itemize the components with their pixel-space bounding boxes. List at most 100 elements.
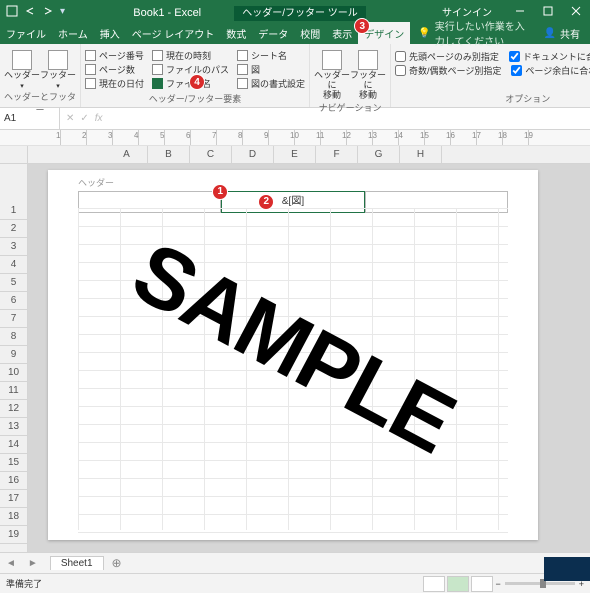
goto-header-button[interactable]: ヘッダーに移動 <box>314 46 350 101</box>
col-D[interactable]: D <box>232 146 274 163</box>
view-page-layout-button[interactable] <box>447 576 469 592</box>
group-label-options: オプション <box>395 92 590 107</box>
column-headers: A B C D E F G H <box>0 146 590 164</box>
view-normal-button[interactable] <box>423 576 445 592</box>
first-page-diff-checkbox[interactable]: 先頭ページのみ別指定 <box>395 50 499 63</box>
current-time-button[interactable]: 現在の時刻 <box>152 48 229 62</box>
row-18[interactable]: 18 <box>0 508 27 526</box>
sheet-name-label: シート名 <box>251 49 287 62</box>
save-icon[interactable] <box>6 5 18 17</box>
sheet-icon <box>237 50 248 61</box>
sheet-nav-prev[interactable]: ◄ <box>0 558 22 569</box>
ribbon: ヘッダー▾ フッター▾ ヘッダーとフッター ページ番号 ページ数 現在の日付 現… <box>0 44 590 108</box>
row-19[interactable]: 19 <box>0 526 27 544</box>
row-4[interactable]: 4 <box>0 256 27 274</box>
callout-4: 4 <box>189 74 205 90</box>
cancel-formula-icon[interactable]: ✕ <box>66 113 74 124</box>
undo-icon[interactable] <box>24 5 36 17</box>
group-elements: ページ番号 ページ数 現在の日付 現在の時刻 ファイルのパス ファイル名 シート… <box>81 44 310 107</box>
page-number-label: ページ番号 <box>99 49 144 62</box>
picture-button[interactable]: 図 <box>237 62 305 76</box>
col-B[interactable]: B <box>148 146 190 163</box>
group-header-footer: ヘッダー▾ フッター▾ ヘッダーとフッター <box>0 44 81 107</box>
pages-button[interactable]: ページ数 <box>85 62 144 76</box>
page-number-button[interactable]: ページ番号 <box>85 48 144 62</box>
share-button[interactable]: 👤 共有 <box>534 26 590 41</box>
align-margins-checkbox[interactable]: ページ余白に合わせて配置 <box>511 64 590 77</box>
date-icon <box>85 78 96 89</box>
row-14[interactable]: 14 <box>0 436 27 454</box>
row-17[interactable]: 17 <box>0 490 27 508</box>
col-A[interactable]: A <box>106 146 148 163</box>
goto-header-icon <box>322 50 342 70</box>
sheet-nav-next[interactable]: ► <box>22 558 44 569</box>
row-2[interactable]: 2 <box>0 220 27 238</box>
row-15[interactable]: 15 <box>0 454 27 472</box>
row-6[interactable]: 6 <box>0 292 27 310</box>
header-button[interactable]: ヘッダー▾ <box>4 46 40 90</box>
page-preview: ヘッダー 1 2 &[図] SAMPLE <box>48 170 538 540</box>
scale-with-doc-checkbox[interactable]: ドキュメントに合わせて拡大/縮小 <box>509 50 590 63</box>
current-date-button[interactable]: 現在の日付 <box>85 76 144 90</box>
row-3[interactable]: 3 <box>0 238 27 256</box>
select-all-corner[interactable] <box>0 146 28 163</box>
zoom-slider[interactable] <box>505 582 575 585</box>
odd-even-diff-checkbox[interactable]: 奇数/偶数ページ別指定 <box>395 64 501 77</box>
sheet-name-button[interactable]: シート名 <box>237 48 305 62</box>
tab-file[interactable]: ファイル <box>0 22 52 44</box>
sheet-tab-sheet1[interactable]: Sheet1 <box>50 556 104 570</box>
callout-1: 1 <box>212 184 228 200</box>
qat-customize-icon[interactable]: ▾ <box>60 6 65 17</box>
status-bar: 準備完了 − + <box>0 573 590 593</box>
tab-data[interactable]: データ <box>252 22 294 44</box>
header-center-value: &[図] <box>282 196 304 207</box>
tab-review[interactable]: 校閲 <box>294 22 326 44</box>
tab-design[interactable]: 3 デザイン <box>358 22 410 44</box>
row-12[interactable]: 12 <box>0 400 27 418</box>
footer-button[interactable]: フッター▾ <box>40 46 76 90</box>
row-8[interactable]: 8 <box>0 328 27 346</box>
tab-insert[interactable]: 挿入 <box>94 22 126 44</box>
col-H[interactable]: H <box>400 146 442 163</box>
tab-design-label: デザイン <box>364 26 404 41</box>
name-box[interactable]: A1 <box>0 108 60 130</box>
maximize-button[interactable] <box>534 0 562 22</box>
picture-format-label: 図の書式設定 <box>251 77 305 90</box>
tab-formulas[interactable]: 数式 <box>220 22 252 44</box>
row-9[interactable]: 9 <box>0 346 27 364</box>
row-10[interactable]: 10 <box>0 364 27 382</box>
zoom-out-icon[interactable]: − <box>495 579 500 589</box>
row-5[interactable]: 5 <box>0 274 27 292</box>
row-16[interactable]: 16 <box>0 472 27 490</box>
view-page-break-button[interactable] <box>471 576 493 592</box>
sheet-tabs-bar: ◄ ► Sheet1 ⊕ <box>0 552 590 573</box>
redo-icon[interactable] <box>42 5 54 17</box>
picture-format-button[interactable]: 図の書式設定 <box>237 76 305 90</box>
goto-footer-button[interactable]: フッターに移動 <box>350 46 386 101</box>
filepath-icon <box>152 64 163 75</box>
tab-page-layout[interactable]: ページ レイアウト <box>126 22 221 44</box>
close-button[interactable] <box>562 0 590 22</box>
work-area: 1 2 3 4 5 6 7 8 9 10 11 12 13 14 15 16 1… <box>0 164 590 552</box>
goto-footer-move: 移動 <box>359 90 377 100</box>
row-13[interactable]: 13 <box>0 418 27 436</box>
current-date-label: 現在の日付 <box>99 77 144 90</box>
fx-icon[interactable]: fx <box>95 113 103 124</box>
enter-formula-icon[interactable]: ✓ <box>80 113 88 124</box>
file-path-button[interactable]: ファイルのパス <box>152 62 229 76</box>
col-G[interactable]: G <box>358 146 400 163</box>
col-E[interactable]: E <box>274 146 316 163</box>
row-11[interactable]: 11 <box>0 382 27 400</box>
taskbar-tray <box>544 557 590 581</box>
formula-bar-row: A1 ✕ ✓ fx <box>0 108 590 130</box>
goto-footer-label: フッターに <box>350 70 386 90</box>
col-C[interactable]: C <box>190 146 232 163</box>
col-F[interactable]: F <box>316 146 358 163</box>
tab-home[interactable]: ホーム <box>52 22 94 44</box>
status-ready: 準備完了 <box>6 577 42 590</box>
share-icon: 👤 <box>544 28 556 39</box>
add-sheet-button[interactable]: ⊕ <box>104 556 130 570</box>
row-7[interactable]: 7 <box>0 310 27 328</box>
signin-label[interactable]: サインイン <box>428 4 506 19</box>
row-1[interactable]: 1 <box>0 202 27 220</box>
